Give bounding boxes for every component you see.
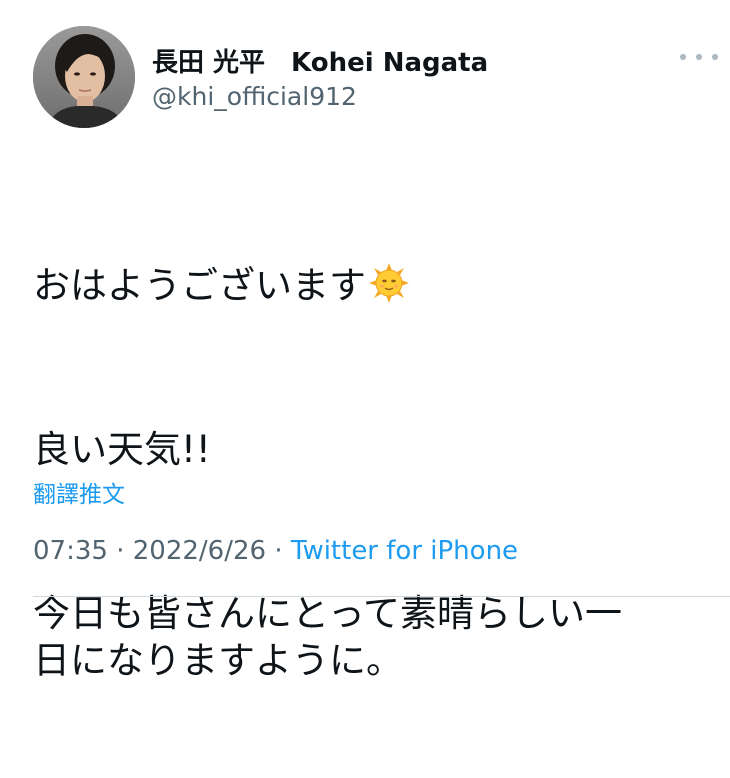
more-horizontal-icon[interactable] — [680, 44, 718, 70]
user-handle[interactable]: @khi_official912 — [152, 82, 357, 111]
tweet-source-link[interactable]: Twitter for iPhone — [291, 536, 518, 566]
display-name[interactable]: 長田 光平 Kohei Nagata — [152, 42, 488, 79]
more-dot — [696, 54, 702, 60]
tweet-text: おはようございます 良い天気!! 今日も皆さんにとって素晴らしい一 日になります… — [33, 168, 713, 778]
meta-separator: · — [266, 536, 291, 566]
tweet-date[interactable]: 2022/6/26 — [133, 536, 266, 566]
tweet-time[interactable]: 07:35 — [33, 536, 108, 566]
avatar[interactable] — [33, 26, 135, 128]
more-dot — [680, 54, 686, 60]
tweet: 長田 光平 Kohei Nagata @khi_official912 おはよう… — [0, 0, 730, 682]
tweet-line: 良い天気!! — [33, 428, 211, 471]
tweet-line: おはようございます — [33, 262, 713, 309]
tweet-meta: 07:35 · 2022/6/26 · Twitter for iPhone — [33, 536, 518, 566]
tweet-line-text: おはようございます — [33, 264, 366, 307]
avatar-image — [33, 26, 135, 128]
more-dot — [712, 54, 718, 60]
sun-with-face-icon — [368, 262, 410, 304]
translate-tweet-link[interactable]: 翻譯推文 — [33, 475, 125, 509]
meta-separator: · — [107, 536, 133, 566]
divider — [33, 596, 730, 597]
tweet-line: 今日も皆さんにとって素晴らしい一 日になりますように。 — [33, 592, 623, 682]
